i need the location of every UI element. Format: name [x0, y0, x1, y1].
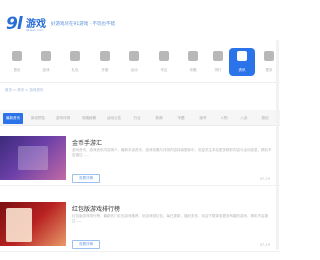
book-icon: [188, 51, 198, 61]
category-tab[interactable]: 版号: [194, 114, 212, 123]
nav-item[interactable]: 礼包: [62, 48, 88, 76]
nav-item[interactable]: 攻略: [180, 48, 206, 76]
logo-subtext: 91wan.com: [26, 28, 44, 32]
server-icon: [100, 51, 110, 61]
article-title[interactable]: 红包版游戏排行榜: [72, 204, 120, 213]
site-slogan: 好游戏尽在91游戏 · 不玩也不错: [51, 22, 116, 27]
home-icon: [12, 51, 22, 61]
nav-item[interactable]: 开服: [92, 48, 118, 76]
category-tab[interactable]: 活动公告: [104, 114, 124, 123]
nav-item[interactable]: 资讯: [229, 48, 255, 76]
news-icon: [237, 51, 247, 61]
article-date: 07-19: [259, 177, 270, 181]
category-tabs: 最新资讯 新游预告 游戏评测 攻略秘籍 活动公告 行业 新闻 专题 版号 人物 八卦 原创: [0, 110, 280, 126]
article-thumbnail[interactable]: [0, 136, 66, 180]
nav-item-label: 游戏: [42, 68, 50, 72]
article-thumbnail[interactable]: [0, 202, 66, 246]
nav-item-label: 资讯: [238, 68, 246, 72]
category-tab[interactable]: 新闻: [150, 114, 168, 123]
nav-item-label: 礼包: [71, 68, 79, 72]
view-details-button[interactable]: 查看详情: [72, 240, 100, 249]
nav-item-label: 攻略: [189, 68, 197, 72]
site-header: 9l 游戏 91wan.com 好游戏尽在91游戏 · 不玩也不错: [0, 0, 280, 42]
category-tab[interactable]: 攻略秘籍: [78, 114, 100, 123]
article-summary: 游戏资讯，游戏资讯内容简介，最新手游资讯，游戏攻略与评测内容持续更新中，欢迎关注…: [72, 148, 272, 157]
category-tab[interactable]: 行业: [128, 114, 146, 123]
nav-item-label: 首页: [13, 68, 21, 72]
more-icon: [264, 51, 274, 61]
article-item[interactable]: 红包版游戏排行榜 红包版游戏排行榜，最新热门红包游戏推荐，玩游戏领红包，每日更新…: [0, 196, 280, 252]
calendar-icon: [129, 51, 139, 61]
scrollbar[interactable]: [276, 40, 279, 250]
breadcrumb[interactable]: 首页 > 资讯 > 游戏资讯: [5, 88, 43, 93]
category-tab[interactable]: 原创: [256, 114, 274, 123]
nav-item-label: 排行: [214, 68, 222, 72]
nav-item-label: 活动: [130, 68, 138, 72]
site-logo[interactable]: 9l 游戏 91wan.com: [6, 14, 46, 36]
divider: [0, 82, 280, 83]
category-tab[interactable]: 最新资讯: [3, 113, 23, 124]
article-date: 07-19: [259, 243, 270, 247]
nav-item-label: 开服: [101, 68, 109, 72]
nav-item[interactable]: 排行: [205, 48, 231, 76]
category-tab[interactable]: 游戏评测: [52, 114, 74, 123]
article-summary: 红包版游戏排行榜，最新热门红包游戏推荐，玩游戏领红包，每日更新，福利多多，欢迎下…: [72, 214, 268, 223]
view-details-button[interactable]: 查看详情: [72, 174, 100, 183]
chart-icon: [213, 51, 223, 61]
article-item[interactable]: 金币手游汇 游戏资讯，游戏资讯内容简介，最新手游资讯，游戏攻略与评测内容持续更新…: [0, 130, 280, 186]
category-tab[interactable]: 专题: [172, 114, 190, 123]
main-nav: 首页 游戏 礼包 开服 活动 专区 攻略 排行 资讯 更多: [0, 44, 280, 80]
gift-icon: [70, 51, 80, 61]
nav-item[interactable]: 首页: [4, 48, 30, 76]
nav-item[interactable]: 活动: [121, 48, 147, 76]
category-tab[interactable]: 八卦: [236, 114, 252, 123]
category-tab[interactable]: 人物: [216, 114, 232, 123]
category-tab[interactable]: 新游预告: [28, 114, 48, 123]
nav-item[interactable]: 专区: [151, 48, 177, 76]
grid-icon: [159, 51, 169, 61]
nav-item-label: 专区: [160, 68, 168, 72]
gamepad-icon: [41, 51, 51, 61]
logo-mark: 9l: [6, 14, 23, 34]
nav-item[interactable]: 游戏: [33, 48, 59, 76]
article-title[interactable]: 金币手游汇: [72, 138, 102, 147]
